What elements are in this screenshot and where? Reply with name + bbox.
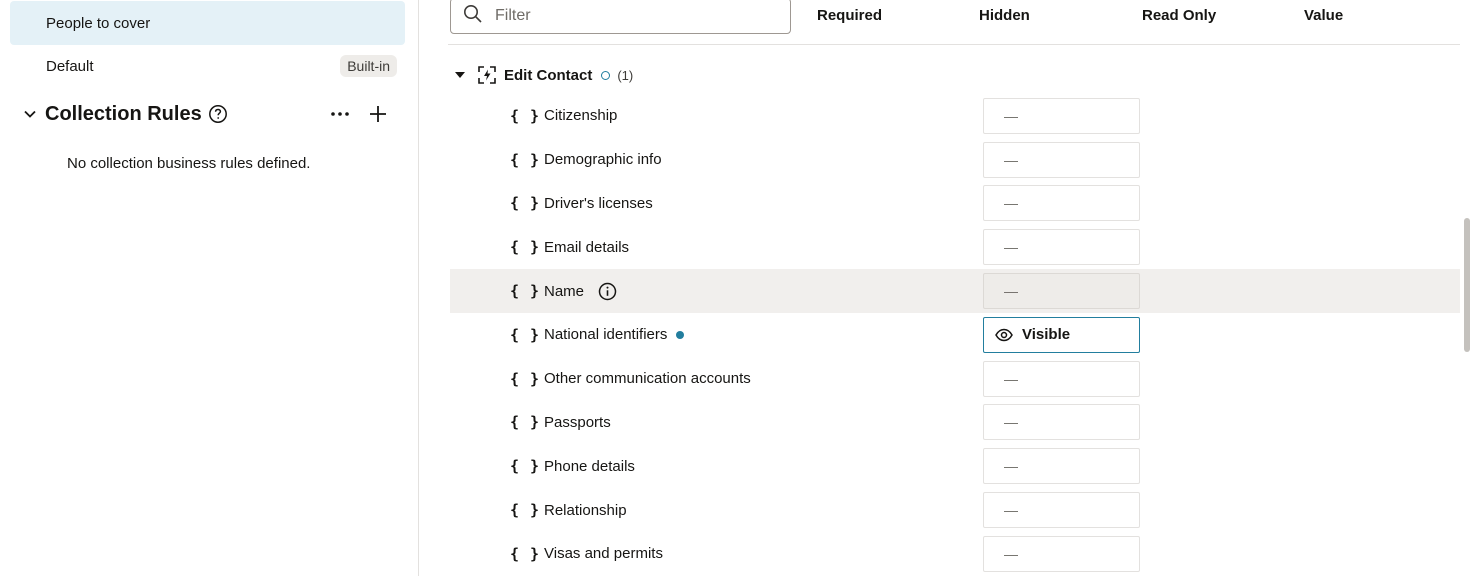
hidden-value: — <box>1004 414 1018 431</box>
braces-icon: { } <box>510 194 541 213</box>
hidden-select[interactable]: — <box>983 535 1140 572</box>
column-header-required[interactable]: Required <box>817 7 882 24</box>
hidden-value: Visible <box>1022 326 1071 344</box>
field-label-text: Relationship <box>544 501 627 519</box>
braces-icon: { } <box>510 238 541 257</box>
search-icon <box>463 4 483 28</box>
field-label-text: Other communication accounts <box>544 370 751 388</box>
braces-icon: { } <box>510 501 541 520</box>
hidden-select[interactable]: — <box>983 229 1140 266</box>
caret-down-icon[interactable] <box>450 71 470 79</box>
action-flow-icon <box>478 66 496 84</box>
field-label: Other communication accounts <box>544 370 751 387</box>
braces-icon: { } <box>510 369 541 388</box>
plus-icon[interactable] <box>366 102 390 126</box>
scrollbar[interactable] <box>1464 218 1470 352</box>
field-row[interactable]: { } Visas and permits — <box>450 532 1460 576</box>
braces-icon: { } <box>510 106 541 125</box>
field-label-text: Citizenship <box>544 107 618 125</box>
field-label-text: Email details <box>544 238 630 256</box>
hidden-select[interactable]: — <box>983 404 1140 441</box>
field-row[interactable]: { } Citizenship — <box>450 94 1460 138</box>
field-row[interactable]: { } Phone details — <box>450 444 1460 488</box>
group-title: Edit Contact <box>504 66 593 84</box>
field-row[interactable]: { } Other communication accounts — <box>450 357 1460 401</box>
hidden-select[interactable]: — <box>983 360 1140 397</box>
field-label-text: Visas and permits <box>544 545 663 563</box>
hidden-select[interactable]: — <box>983 97 1140 134</box>
hidden-value: — <box>1004 195 1018 212</box>
field-label: Driver's licenses <box>544 195 653 212</box>
field-label: Relationship <box>544 502 627 519</box>
column-header-read-only[interactable]: Read Only <box>1142 7 1216 24</box>
hidden-value: — <box>1004 370 1018 387</box>
hidden-select[interactable]: — <box>983 185 1140 222</box>
hidden-value: — <box>1004 107 1018 124</box>
hidden-select[interactable]: — <box>983 141 1140 178</box>
hidden-value: — <box>1004 458 1018 475</box>
braces-icon: { } <box>510 325 541 344</box>
hidden-select[interactable]: — <box>983 492 1140 529</box>
field-label-text: Name <box>544 282 585 300</box>
braces-icon: { } <box>510 282 541 301</box>
more-horizontal-icon[interactable] <box>328 102 352 126</box>
field-label-text: Passports <box>544 413 611 431</box>
braces-icon: { } <box>510 457 541 476</box>
collection-rules-header: Collection Rules <box>20 96 400 132</box>
rules-sidebar: People to cover Default Built-in Collect… <box>0 0 419 576</box>
hidden-value: — <box>1004 151 1018 168</box>
eye-icon <box>995 328 1013 342</box>
field-label-text: Demographic info <box>544 151 662 169</box>
field-label: Phone details <box>544 458 635 475</box>
hidden-value: — <box>1004 545 1018 562</box>
field-label: Demographic info <box>544 151 662 168</box>
hidden-value: — <box>1004 283 1018 300</box>
braces-icon: { } <box>510 413 541 432</box>
group-edit-contact[interactable]: Edit Contact (1) <box>450 60 633 90</box>
field-label: Email details <box>544 239 629 256</box>
modified-dot-icon <box>676 330 685 339</box>
status-dot-icon <box>601 70 611 80</box>
field-rules-panel: Required Hidden Read Only Value Edit Con… <box>420 0 1474 576</box>
field-label: National identifiers <box>544 326 685 344</box>
braces-icon: { } <box>510 544 541 563</box>
collection-rules-title: Collection Rules <box>45 102 202 125</box>
chevron-down-icon[interactable] <box>20 104 40 124</box>
column-header-value[interactable]: Value <box>1304 7 1343 24</box>
field-label: Name <box>544 282 617 301</box>
hidden-select[interactable]: — <box>983 273 1140 310</box>
info-icon[interactable] <box>598 282 617 301</box>
field-label-text: National identifiers <box>544 326 668 344</box>
question-circle-icon[interactable] <box>208 104 228 124</box>
filter-field[interactable] <box>450 0 791 34</box>
hidden-value: — <box>1004 239 1018 256</box>
field-row[interactable]: { } Passports — <box>450 401 1460 445</box>
rule-item-label: Default <box>46 57 94 75</box>
header-divider <box>448 44 1460 45</box>
field-label: Citizenship <box>544 107 617 124</box>
empty-rules-message: No collection business rules defined. <box>67 155 311 172</box>
group-count: (1) <box>617 67 634 83</box>
braces-icon: { } <box>510 150 541 169</box>
field-list: { } Citizenship —{ } Demographic info —{ } Dr… <box>450 94 1460 576</box>
field-label-text: Driver's licenses <box>544 194 653 212</box>
field-row[interactable]: { } National identifiers Visible <box>450 313 1460 357</box>
built-in-badge: Built-in <box>340 55 397 77</box>
hidden-value: — <box>1004 502 1018 519</box>
field-row[interactable]: { } Driver's licenses — <box>450 182 1460 226</box>
rule-item-default[interactable]: Default Built-in <box>10 44 405 88</box>
field-row[interactable]: { } Relationship — <box>450 488 1460 532</box>
rule-item-people-to-cover[interactable]: People to cover <box>10 1 405 45</box>
column-header-hidden[interactable]: Hidden <box>979 7 1030 24</box>
field-row[interactable]: { } Demographic info — <box>450 138 1460 182</box>
field-label: Passports <box>544 414 611 431</box>
filter-input[interactable] <box>495 7 775 25</box>
hidden-select[interactable]: Visible <box>983 316 1140 353</box>
field-label: Visas and permits <box>544 545 663 562</box>
field-label-text: Phone details <box>544 457 635 475</box>
hidden-select[interactable]: — <box>983 448 1140 485</box>
rule-item-label: People to cover <box>46 14 151 32</box>
field-row[interactable]: { } Email details — <box>450 225 1460 269</box>
field-row[interactable]: { } Name — <box>450 269 1460 313</box>
